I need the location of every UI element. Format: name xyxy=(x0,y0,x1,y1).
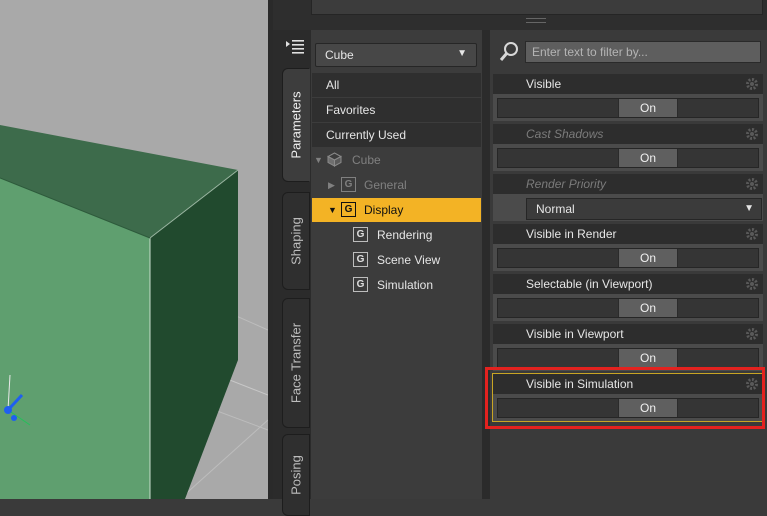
group-icon: G xyxy=(341,202,356,217)
tab-shaping[interactable]: Shaping xyxy=(282,192,310,290)
tree-category-label: Favorites xyxy=(326,103,376,117)
tree-group-label: General xyxy=(364,178,407,192)
group-icon: G xyxy=(341,177,356,192)
gear-icon[interactable] xyxy=(745,277,759,291)
group-icon: G xyxy=(353,227,368,242)
collapsed-triangle-icon[interactable]: ▶ xyxy=(328,173,335,197)
toggle-on-button[interactable]: On xyxy=(618,349,678,367)
property-label: Cast Shadows xyxy=(493,124,763,144)
tree-group-rendering[interactable]: G Rendering xyxy=(312,223,481,247)
viewport-3d[interactable] xyxy=(0,0,268,499)
expanded-triangle-icon[interactable]: ▼ xyxy=(314,148,323,172)
dropdown-value: Normal xyxy=(536,202,575,216)
tree-node-cube[interactable]: ▼ Cube xyxy=(312,148,481,172)
toggle-on-button[interactable]: On xyxy=(618,299,678,317)
property-render-priority: Render Priority Normal ▼ xyxy=(493,174,763,221)
node-selector-dropdown[interactable]: Cube ▼ xyxy=(315,43,477,67)
expanded-triangle-icon[interactable]: ▼ xyxy=(328,198,337,222)
tree-category-label: All xyxy=(326,78,340,92)
toggle-on-button[interactable]: On xyxy=(618,149,678,167)
tree-group-label: Rendering xyxy=(377,228,433,242)
node-selector-value: Cube xyxy=(325,48,354,62)
property-label: Selectable (in Viewport) xyxy=(493,274,763,294)
tab-label: Shaping xyxy=(288,217,304,265)
tree-group-label: Display xyxy=(364,203,404,217)
pane-tab-column: Parameters Shaping Face Transfer Posing xyxy=(273,30,311,516)
resize-grip-icon[interactable] xyxy=(526,18,546,23)
property-label: Visible in Render xyxy=(493,224,763,244)
tree-group-general[interactable]: ▶ G General xyxy=(312,173,481,197)
property-selectable-in-viewport: Selectable (in Viewport) On xyxy=(493,274,763,321)
toggle-on-button[interactable]: On xyxy=(618,399,678,417)
tab-face-transfer[interactable]: Face Transfer xyxy=(282,298,310,428)
tree-group-label: Scene View xyxy=(377,253,441,267)
group-icon: G xyxy=(353,277,368,292)
pane-menu-icon[interactable] xyxy=(285,38,305,54)
tree-group-label: Simulation xyxy=(377,278,434,292)
group-icon: G xyxy=(353,252,368,267)
gear-icon[interactable] xyxy=(745,227,759,241)
gear-icon[interactable] xyxy=(745,127,759,141)
tab-label: Posing xyxy=(288,455,304,495)
property-label: Render Priority xyxy=(493,174,763,194)
property-toggle[interactable]: On xyxy=(497,248,759,268)
property-toggle[interactable]: On xyxy=(497,98,759,118)
dropdown-arrow-icon: ▼ xyxy=(457,48,467,59)
tab-label: Face Transfer xyxy=(288,322,304,404)
property-label: Visible in Simulation xyxy=(493,374,763,394)
toggle-on-button[interactable]: On xyxy=(618,249,678,267)
property-visible: Visible On xyxy=(493,74,763,121)
tree-category-all[interactable]: All xyxy=(312,73,481,98)
dropdown-arrow-icon: ▼ xyxy=(744,203,754,214)
gear-icon[interactable] xyxy=(745,327,759,341)
tree-group-simulation[interactable]: G Simulation xyxy=(312,273,481,297)
property-visible-in-viewport: Visible in Viewport On xyxy=(493,324,763,371)
top-toolbar-area xyxy=(273,0,767,30)
tab-parameters[interactable]: Parameters xyxy=(282,68,310,182)
tree-group-display[interactable]: ▼ G Display xyxy=(312,198,481,222)
render-priority-dropdown[interactable]: Normal ▼ xyxy=(526,198,762,220)
filter-bar xyxy=(490,38,767,66)
search-icon[interactable] xyxy=(498,41,520,63)
property-label: Visible xyxy=(493,74,763,94)
gear-icon[interactable] xyxy=(745,77,759,91)
cube-icon xyxy=(327,152,342,167)
gear-icon[interactable] xyxy=(745,177,759,191)
property-toggle[interactable]: On xyxy=(497,348,759,368)
tab-label: Parameters xyxy=(288,91,304,159)
property-list: Visible On Cast Shadows On Render Priori… xyxy=(490,30,767,499)
gear-icon[interactable] xyxy=(745,377,759,391)
property-group-tree: Cube ▼ All Favorites Currently Used ▼ Cu… xyxy=(311,30,482,499)
tree-category-favorites[interactable]: Favorites xyxy=(312,98,481,123)
top-panel-frame xyxy=(311,0,763,15)
tree-category-currently-used[interactable]: Currently Used xyxy=(312,123,481,148)
column-divider[interactable] xyxy=(482,30,490,499)
filter-input[interactable] xyxy=(525,41,761,63)
property-toggle[interactable]: On xyxy=(497,148,759,168)
property-visible-in-simulation: Visible in Simulation On xyxy=(492,373,764,422)
property-label: Visible in Viewport xyxy=(493,324,763,344)
tree-group-scene-view[interactable]: G Scene View xyxy=(312,248,481,272)
property-toggle[interactable]: On xyxy=(497,298,759,318)
property-visible-in-render: Visible in Render On xyxy=(493,224,763,271)
tree-node-label: Cube xyxy=(352,153,381,167)
toggle-on-button[interactable]: On xyxy=(618,99,678,117)
tab-posing[interactable]: Posing xyxy=(282,434,310,516)
property-cast-shadows: Cast Shadows On xyxy=(493,124,763,171)
tree-category-label: Currently Used xyxy=(326,128,407,142)
property-toggle[interactable]: On xyxy=(497,398,759,418)
